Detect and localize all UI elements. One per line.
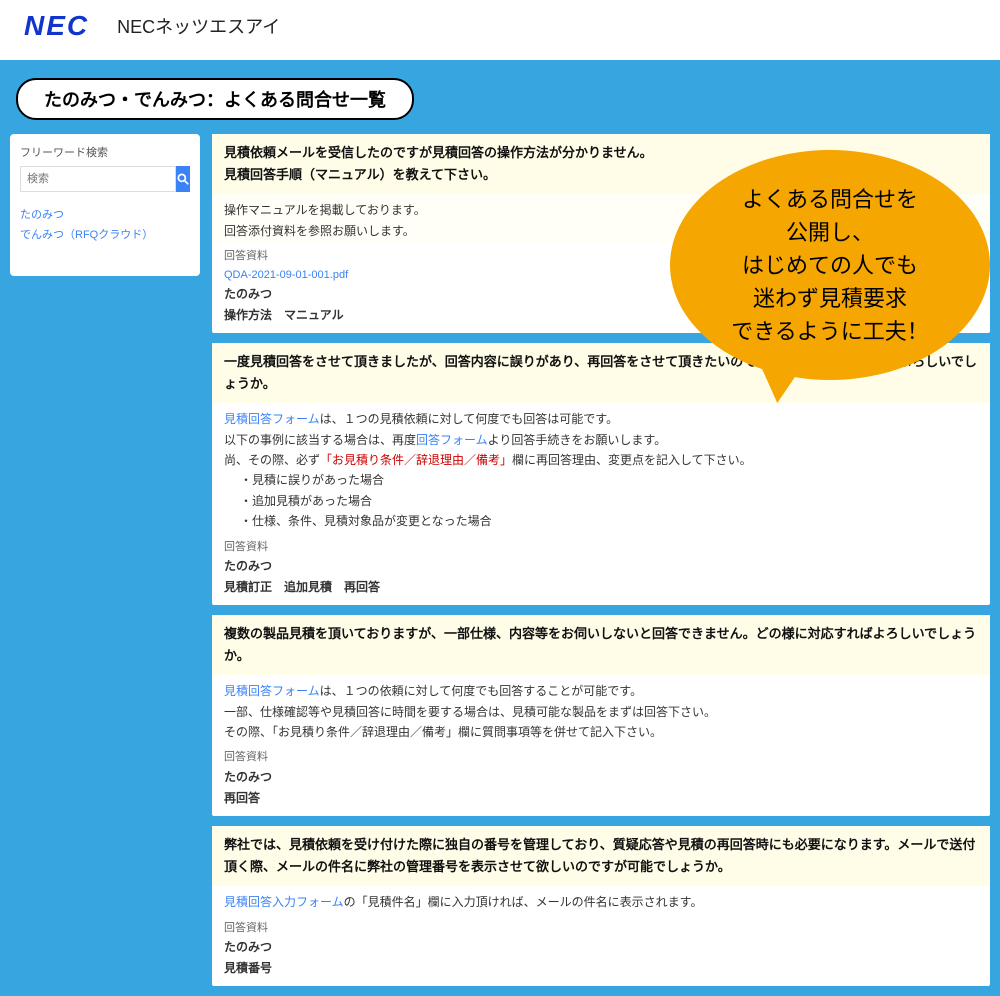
attachment-label: 回答資料 bbox=[224, 919, 978, 938]
page-body: たのみつ・でんみつ：よくある問合せ一覧 フリーワード検索 たのみつ でんみつ（R… bbox=[0, 60, 1000, 996]
attachment-label: 回答資料 bbox=[224, 748, 978, 767]
faq-item: 複数の製品見積を頂いておりますが、一部仕様、内容等をお伺いしないと回答できません… bbox=[212, 615, 990, 816]
faq-tag-category: たのみつ bbox=[224, 556, 978, 576]
page-title: たのみつ・でんみつ：よくある問合せ一覧 bbox=[16, 78, 414, 120]
search-icon bbox=[176, 172, 190, 186]
search-input[interactable] bbox=[20, 166, 176, 192]
attachment-label: 回答資料 bbox=[224, 538, 978, 557]
faq-answer: 見積回答入力フォームの「見積件名」欄に入力頂ければ、メールの件名に表示されます。 bbox=[212, 886, 990, 914]
brand-name: NECネッツエスアイ bbox=[117, 13, 280, 39]
faq-answer: 見積回答フォームは、１つの依頼に対して何度でも回答することが可能です。一部、仕様… bbox=[212, 675, 990, 744]
attachment-link[interactable]: QDA-2021-09-01-001.pdf bbox=[224, 266, 978, 285]
attachment-label: 回答資料 bbox=[224, 247, 978, 266]
faq-item: 弊社では、見積依頼を受け付けた際に独自の番号を管理しており、質疑応答や見積の再回… bbox=[212, 826, 990, 986]
faq-tag-category: たのみつ bbox=[224, 937, 978, 957]
top-bar: NEC NECネッツエスアイ bbox=[0, 0, 1000, 60]
faq-question: 複数の製品見積を頂いておりますが、一部仕様、内容等をお伺いしないと回答できません… bbox=[212, 615, 990, 675]
faq-question: 弊社では、見積依頼を受け付けた際に独自の番号を管理しており、質疑応答や見積の再回… bbox=[212, 826, 990, 886]
faq-question: 一度見積回答をさせて頂きましたが、回答内容に誤りがあり、再回答をさせて頂きたいの… bbox=[212, 343, 990, 403]
faq-answer: 操作マニュアルを掲載しております。回答添付資料を参照お願いします。 bbox=[212, 194, 990, 243]
sidebar-link-denmitsu[interactable]: でんみつ（RFQクラウド） bbox=[20, 226, 190, 246]
faq-list: 見積依頼メールを受信したのですが見積回答の操作方法が分かりません。 見積回答手順… bbox=[212, 134, 990, 986]
faq-tag-keywords: 見積番号 bbox=[224, 958, 978, 978]
faq-tag-category: たのみつ bbox=[224, 284, 978, 304]
faq-tag-keywords: 再回答 bbox=[224, 788, 978, 808]
faq-tag-category: たのみつ bbox=[224, 767, 978, 787]
faq-item: 見積依頼メールを受信したのですが見積回答の操作方法が分かりません。 見積回答手順… bbox=[212, 134, 990, 333]
nec-logo: NEC bbox=[24, 10, 89, 42]
sidebar-heading: フリーワード検索 bbox=[20, 144, 190, 160]
faq-tag-keywords: 操作方法 マニュアル bbox=[224, 305, 978, 325]
faq-question: 見積依頼メールを受信したのですが見積回答の操作方法が分かりません。 見積回答手順… bbox=[212, 134, 990, 194]
faq-tag-keywords: 見積訂正 追加見積 再回答 bbox=[224, 577, 978, 597]
faq-answer: 見積回答フォームは、１つの見積依頼に対して何度でも回答は可能です。以下の事例に該… bbox=[212, 403, 990, 533]
sidebar: フリーワード検索 たのみつ でんみつ（RFQクラウド） bbox=[10, 134, 200, 276]
sidebar-link-tanomitsu[interactable]: たのみつ bbox=[20, 206, 190, 226]
faq-item: 一度見積回答をさせて頂きましたが、回答内容に誤りがあり、再回答をさせて頂きたいの… bbox=[212, 343, 990, 605]
search-button[interactable] bbox=[176, 166, 190, 192]
